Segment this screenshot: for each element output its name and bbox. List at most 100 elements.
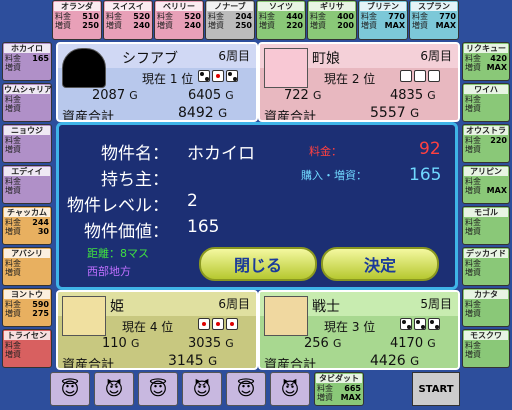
property-tile[interactable]: スプラン 料金 770 増資 MAX <box>409 0 459 40</box>
die-icon <box>428 318 440 330</box>
tile-name: ブリテン <box>360 2 406 11</box>
property-tile[interactable]: ギリサ 料金 400 増資 200 <box>307 0 357 40</box>
property-tile[interactable]: ウムシャリア 料金 増資 <box>2 83 52 122</box>
property-tile[interactable]: モゴル 料金 増資 <box>462 206 510 245</box>
die-icon <box>226 318 238 330</box>
player-property-value: 4835 G <box>390 88 436 103</box>
die-icon <box>428 70 440 82</box>
total-assets-value: 3145 G <box>168 353 218 369</box>
start-tile[interactable]: START <box>412 372 460 406</box>
confirm-button[interactable]: 決定 <box>321 247 439 281</box>
property-tile[interactable]: ブリテン 料金 770 増資 MAX <box>358 0 408 40</box>
die-icon <box>414 70 426 82</box>
property-tile[interactable]: ニョウジ 料金 増資 <box>2 124 52 163</box>
angel-icon[interactable]: 😇 <box>50 372 90 406</box>
player-avatar <box>264 48 308 88</box>
property-tile[interactable]: オウストラ 料金 220 増資 <box>462 124 510 163</box>
devil-icon[interactable]: 😈 <box>94 372 134 406</box>
property-tile[interactable]: リクキュー 料金 420 増資 MAX <box>462 42 510 81</box>
player-panel-4: 戦士 5周目 現在 3 位 256 G 4170 G 資産合計 4426 G <box>258 290 460 370</box>
tile-name: モスクワ <box>464 331 508 340</box>
player-name: 戦士 <box>312 299 340 315</box>
property-tile[interactable]: ヨントウ 料金 590 増資 275 <box>2 288 52 327</box>
property-tile[interactable]: トライセン 料金 増資 <box>2 329 52 368</box>
tile-buy: 200 <box>337 21 354 30</box>
owner-label: 持ち主： <box>101 170 169 190</box>
property-tile[interactable]: ノナーブ 料金 204 増資 250 <box>205 0 255 40</box>
property-tile[interactable]: モスクワ 料金 増資 <box>462 329 510 368</box>
tile-fee: 244 <box>32 218 49 227</box>
distance-text: 距離：8マス <box>87 247 149 260</box>
tile-buy: MAX <box>486 63 507 72</box>
property-tile[interactable]: スイスイ 料金 520 増資 240 <box>103 0 153 40</box>
property-tile[interactable]: ベリリー 料金 520 増資 240 <box>154 0 204 40</box>
tile-buy: MAX <box>435 21 456 30</box>
property-tile[interactable]: ソイツ 料金 440 増資 220 <box>256 0 306 40</box>
tile-fee: 770 <box>439 12 456 21</box>
tile-name: オランダ <box>54 2 100 11</box>
player-lap: 6周目 <box>218 297 250 311</box>
property-tile[interactable]: ホカイロ 料金 165 増資 <box>2 42 52 81</box>
tile-buy: 250 <box>235 21 252 30</box>
player-name: 町娘 <box>312 51 340 67</box>
tile-name: ギリサ <box>309 2 355 11</box>
devil-icon[interactable]: 😈 <box>182 372 222 406</box>
tile-fee: 440 <box>286 12 303 21</box>
property-tile[interactable]: オランダ 料金 510 増資 250 <box>52 0 102 40</box>
player-rank: 現在 4 位 <box>122 320 174 334</box>
property-tile[interactable]: デッカイド 料金 増資 <box>462 247 510 286</box>
tile-fee: 165 <box>32 54 49 63</box>
tile-fee: 520 <box>184 12 201 21</box>
bottom-property-tile[interactable]: タビダット 料金 665 増資 MAX <box>314 372 364 406</box>
devil-icon[interactable]: 😈 <box>270 372 310 406</box>
property-level-label: 物件レベル： <box>67 196 169 216</box>
tile-name: チャッカム <box>4 208 50 217</box>
player-name: 姫 <box>110 299 124 315</box>
dice-display <box>198 318 238 330</box>
tile-fee: 204 <box>235 12 252 21</box>
dice-display <box>400 70 440 82</box>
player-property-value: 4170 G <box>390 336 436 351</box>
close-button[interactable]: 閉じる <box>199 247 317 281</box>
player-rank: 現在 3 位 <box>324 320 376 334</box>
property-tile[interactable]: アリピン 料金 増資 MAX <box>462 165 510 204</box>
tile-buy: MAX <box>384 21 405 30</box>
property-tile[interactable]: アバシリ 料金 増資 <box>2 247 52 286</box>
player-rank: 現在 2 位 <box>324 72 376 86</box>
die-icon <box>400 318 412 330</box>
property-tile[interactable]: ワイハ 料金 増資 <box>462 83 510 122</box>
player-panel-3: 姫 6周目 現在 4 位 110 G 3035 G 資産合計 3145 G <box>56 290 258 370</box>
tile-name: ソイツ <box>258 2 304 11</box>
die-icon <box>212 70 224 82</box>
player-cash: 722 G <box>284 88 322 103</box>
tile-fee: 770 <box>388 12 405 21</box>
tile-buy: 240 <box>133 21 150 30</box>
property-tile[interactable]: チャッカム 料金 244 増資 30 <box>2 206 52 245</box>
property-name-label: 物件名： <box>101 144 169 164</box>
tile-fee: 400 <box>337 12 354 21</box>
tile-name: リクキュー <box>464 44 508 53</box>
player-property-value: 6405 G <box>188 88 234 103</box>
property-tile[interactable]: カナタ 料金 増資 <box>462 288 510 327</box>
tile-name: スイスイ <box>105 2 151 11</box>
tile-fee: 590 <box>32 300 49 309</box>
property-info-dialog: 物件名： ホカイロ 持ち主： 物件レベル： 2 物件価値： 165 料金： 92… <box>56 122 458 290</box>
tile-fee: 220 <box>490 136 507 145</box>
die-icon <box>212 318 224 330</box>
property-tile[interactable]: エディイ 料金 増資 <box>2 165 52 204</box>
player-avatar <box>62 48 106 88</box>
tile-name: エディイ <box>4 167 50 176</box>
tile-name: デッカイド <box>464 249 508 258</box>
dice-display <box>198 70 238 82</box>
angel-icon[interactable]: 😇 <box>138 372 178 406</box>
tile-name: ベリリー <box>156 2 202 11</box>
player-panel-1: シフアブ 6周目 現在 1 位 2087 G 6405 G 資産合計 8492 … <box>56 42 258 122</box>
angel-icon[interactable]: 😇 <box>226 372 266 406</box>
fee-value: 92 <box>419 139 441 159</box>
total-assets-value: 5557 G <box>370 105 420 121</box>
total-assets-label: 資産合計 <box>264 358 317 370</box>
tile-name: トライセン <box>4 331 50 340</box>
die-icon <box>226 70 238 82</box>
total-assets-label: 資産合計 <box>62 358 115 370</box>
tile-buy: MAX <box>486 186 507 195</box>
